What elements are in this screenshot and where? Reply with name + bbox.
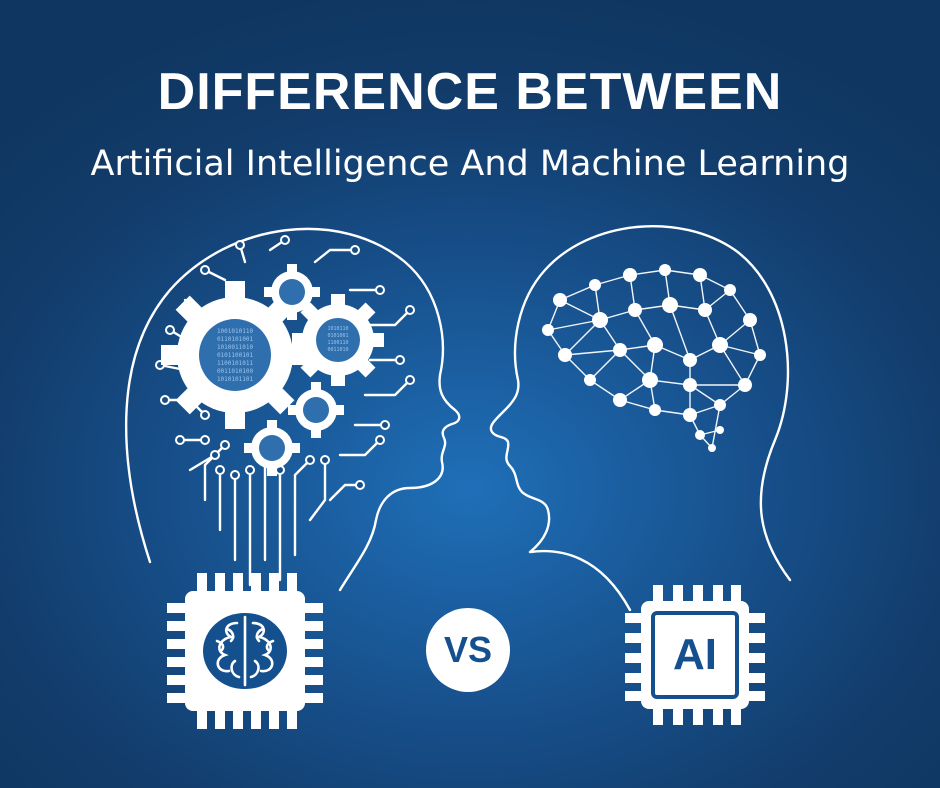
svg-text:1001010110: 1001010110	[217, 328, 254, 335]
right-head-outline	[489, 225, 792, 612]
svg-text:0110101001: 0110101001	[217, 336, 254, 343]
svg-text:1100101011: 1100101011	[217, 360, 254, 367]
svg-text:1010101101: 1010101101	[217, 376, 254, 383]
svg-text:0011010100: 0011010100	[217, 368, 254, 375]
gear-icons: 100101011001101010011010011010 010110010…	[161, 264, 384, 476]
gear-small-icon	[288, 382, 344, 438]
svg-text:0101001: 0101001	[327, 333, 348, 339]
ai-chip-label: AI	[673, 630, 717, 679]
neural-network-head-icon	[489, 225, 792, 612]
vs-label: VS	[443, 629, 493, 670]
brain-chip-icon	[167, 573, 323, 729]
svg-text:1010011010: 1010011010	[217, 344, 254, 351]
svg-text:0011010: 0011010	[327, 347, 348, 353]
svg-text:1010110: 1010110	[327, 326, 348, 332]
brain-nodes	[542, 264, 766, 452]
svg-text:0101100101: 0101100101	[217, 352, 254, 359]
infographic-canvas: DIFFERENCE BETWEEN Artificial Intelligen…	[0, 0, 940, 788]
svg-text:1100110: 1100110	[327, 340, 348, 346]
brain-network	[547, 269, 761, 449]
